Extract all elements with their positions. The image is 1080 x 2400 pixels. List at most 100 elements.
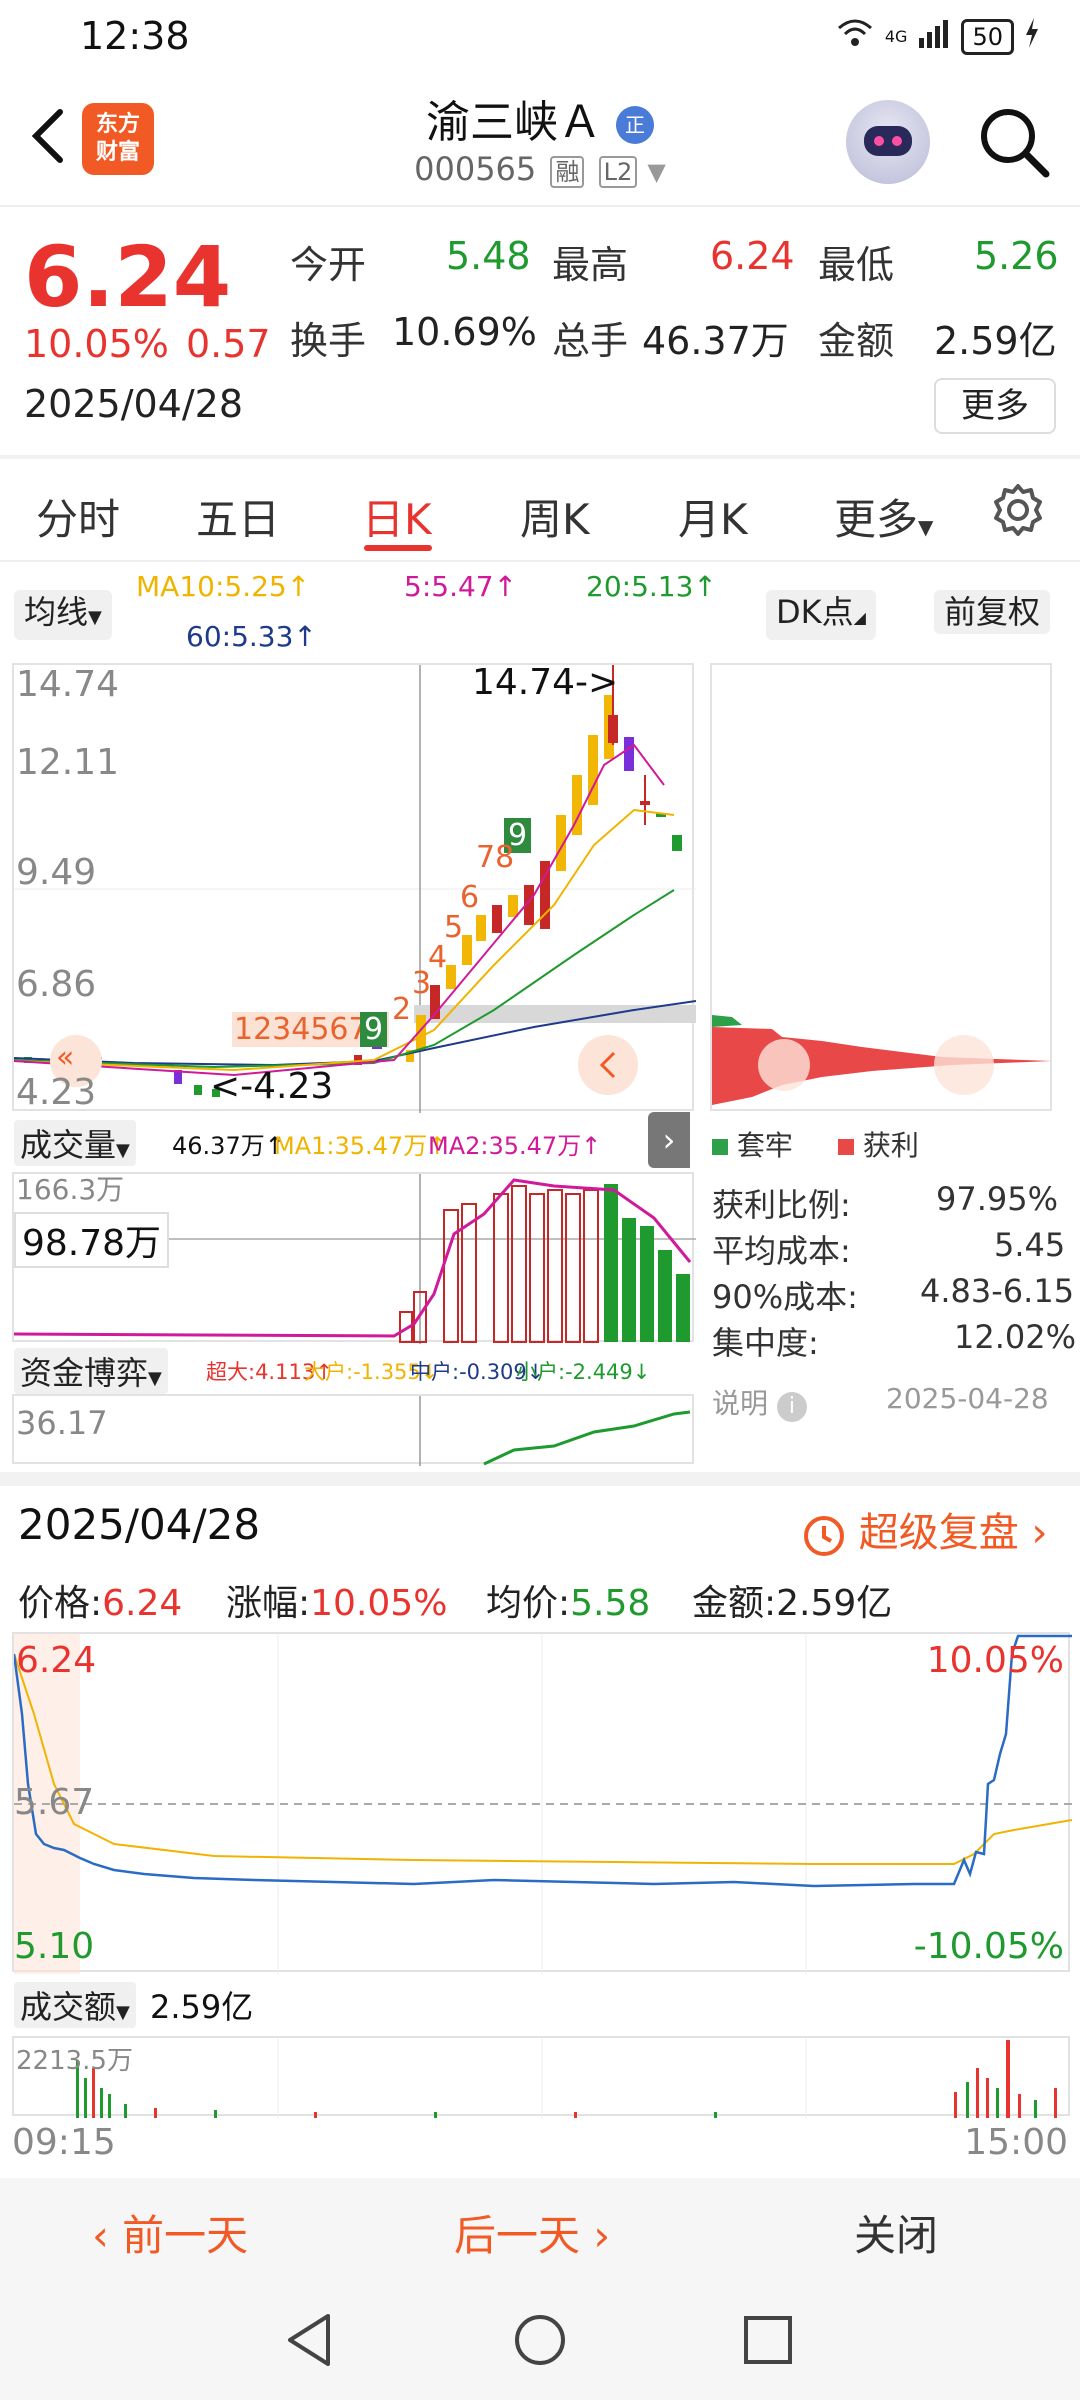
volume-label: 总手	[552, 319, 629, 363]
tab-more[interactable]: 更多▼	[834, 486, 933, 547]
fund-chart[interactable]	[12, 1394, 694, 1466]
seq-num: 78	[476, 840, 515, 875]
ma5-value: 5:5.47↑	[404, 570, 518, 603]
tab-intraday[interactable]: 分时	[36, 486, 120, 547]
amount-chart[interactable]	[12, 2036, 1070, 2118]
amount-value: 2.59亿	[776, 1583, 893, 1624]
time-start: 09:15	[12, 2122, 116, 2163]
settings-button[interactable]	[990, 482, 1046, 542]
intraday-chart[interactable]	[12, 1632, 1073, 1974]
y-label-2: 12.11	[16, 742, 120, 783]
caret-down-icon: ▼	[148, 1368, 162, 1389]
nav-recents-button[interactable]	[742, 2314, 794, 2370]
clock-replay-icon	[800, 1510, 859, 1556]
avg-cost-label: 平均成本:	[712, 1232, 851, 1270]
low-marker: <-4.23	[210, 1066, 334, 1107]
change-label: 涨幅:	[226, 1583, 311, 1624]
tab-daily-k[interactable]: 日K	[362, 486, 432, 547]
concentration-label: 集中度:	[712, 1324, 819, 1362]
name-badge: 正	[616, 106, 654, 144]
price-line	[12, 1634, 1072, 1888]
low-value: 5.26	[974, 234, 1059, 278]
signal-icon	[917, 18, 951, 55]
change-amount: 0.57	[186, 322, 271, 366]
chevron-right-icon: ›	[662, 1121, 676, 1159]
high-value: 6.24	[710, 234, 795, 278]
volume-ma2: MA2:35.47万↑	[428, 1132, 602, 1160]
high-marker: 14.74->	[472, 662, 619, 703]
amount-selector[interactable]: 成交额▼	[14, 1982, 136, 2028]
chip-note-label: 说明	[712, 1387, 769, 1420]
stock-code: 000565	[414, 150, 537, 188]
quote-date: 2025/04/28	[24, 382, 244, 426]
amount-value: 2.59亿	[934, 319, 1057, 363]
seq-num: 6	[460, 880, 480, 915]
more-quote-button[interactable]: 更多	[934, 378, 1056, 434]
tab-weekly-k[interactable]: 周K	[520, 486, 590, 547]
volume-y-top: 166.3万	[16, 1173, 125, 1206]
high-label: 最高	[552, 243, 629, 287]
legend-profit: 获利	[838, 1124, 919, 1164]
tab-more-label: 更多	[834, 495, 919, 544]
change-value: 10.05%	[310, 1583, 448, 1624]
active-tab-indicator	[364, 545, 432, 551]
intraday-pct-low: -10.05%	[913, 1926, 1064, 1967]
gear-icon	[994, 484, 1042, 536]
ma20-value: 20:5.13↑	[586, 570, 717, 603]
search-button[interactable]	[976, 104, 1052, 180]
caret-down-icon[interactable]: ▼	[647, 158, 665, 186]
chip-date: 2025-04-28	[886, 1382, 1049, 1415]
prev-day-label: 前一天	[122, 2211, 249, 2260]
assistant-avatar[interactable]	[846, 100, 930, 184]
caret-down-icon: ▼	[88, 607, 102, 628]
fund-selector[interactable]: 资金博弈▼	[14, 1348, 168, 1394]
dk-point-button[interactable]: DK点◢	[766, 590, 876, 640]
ma60-value: 60:5.33↑	[186, 620, 317, 653]
y-label-4: 6.86	[16, 964, 97, 1005]
fund-line	[483, 1410, 691, 1466]
robot-icon	[864, 126, 912, 156]
nav-back-button[interactable]	[282, 2310, 336, 2374]
low-label: 最低	[818, 243, 895, 287]
close-button[interactable]: 关闭	[854, 2202, 938, 2263]
battery-icon: 50	[961, 18, 1014, 55]
next-day-button[interactable]: 后一天 ›	[454, 2202, 610, 2263]
divider	[0, 205, 1080, 207]
intraday-amount-field: 金额:2.59亿	[692, 1574, 892, 1626]
volume-selector[interactable]: 成交量▼	[14, 1120, 136, 1166]
legend-trap-swatch	[712, 1139, 728, 1155]
chip-note[interactable]: 说明 i	[712, 1382, 807, 1422]
chevron-right-icon: ›	[593, 2211, 611, 2260]
dk-point-label: DK点	[776, 593, 854, 631]
ma-selector[interactable]: 均线▼	[14, 590, 112, 640]
square-recents-icon	[744, 2316, 792, 2364]
avg-label: 均价:	[486, 1583, 571, 1624]
corner-arrow-icon: ◢	[853, 608, 866, 627]
expand-panel-button[interactable]: ›	[648, 1112, 690, 1168]
ma10-value: MA10:5.25↑	[136, 570, 311, 603]
amount-svg	[76, 2038, 1057, 2118]
info-icon: i	[776, 1392, 807, 1422]
intraday-y-mid: 5.67	[14, 1782, 95, 1823]
status-icons: 4G 50	[835, 18, 1040, 55]
scroll-left-icon[interactable]: «	[56, 1040, 74, 1075]
turnover-value: 10.69%	[392, 310, 537, 354]
super-replay-link[interactable]: 超级复盘 ›	[800, 1500, 1047, 1558]
nav-home-button[interactable]	[512, 2312, 568, 2372]
tab-five-day[interactable]: 五日	[196, 486, 280, 547]
intraday-avg-field: 均价:5.58	[486, 1574, 650, 1626]
change-percent: 10.05%	[24, 322, 169, 366]
adjust-mode-button[interactable]: 前复权	[934, 590, 1051, 634]
time-end: 15:00	[964, 2122, 1068, 2163]
volume-value: 46.37万	[642, 319, 789, 363]
divider	[0, 560, 1080, 562]
prev-day-button[interactable]: ‹ 前一天	[92, 2202, 248, 2263]
intraday-change-field: 涨幅:10.05%	[226, 1574, 447, 1626]
tab-monthly-k[interactable]: 月K	[678, 486, 748, 547]
legend-trap: 套牢	[712, 1124, 793, 1164]
seq-num: 4	[428, 940, 448, 975]
margin-tag: 融	[550, 156, 585, 188]
price-label: 价格:	[18, 1583, 103, 1624]
charging-icon	[1024, 18, 1040, 55]
fund-selector-label: 资金博弈	[20, 1354, 149, 1392]
